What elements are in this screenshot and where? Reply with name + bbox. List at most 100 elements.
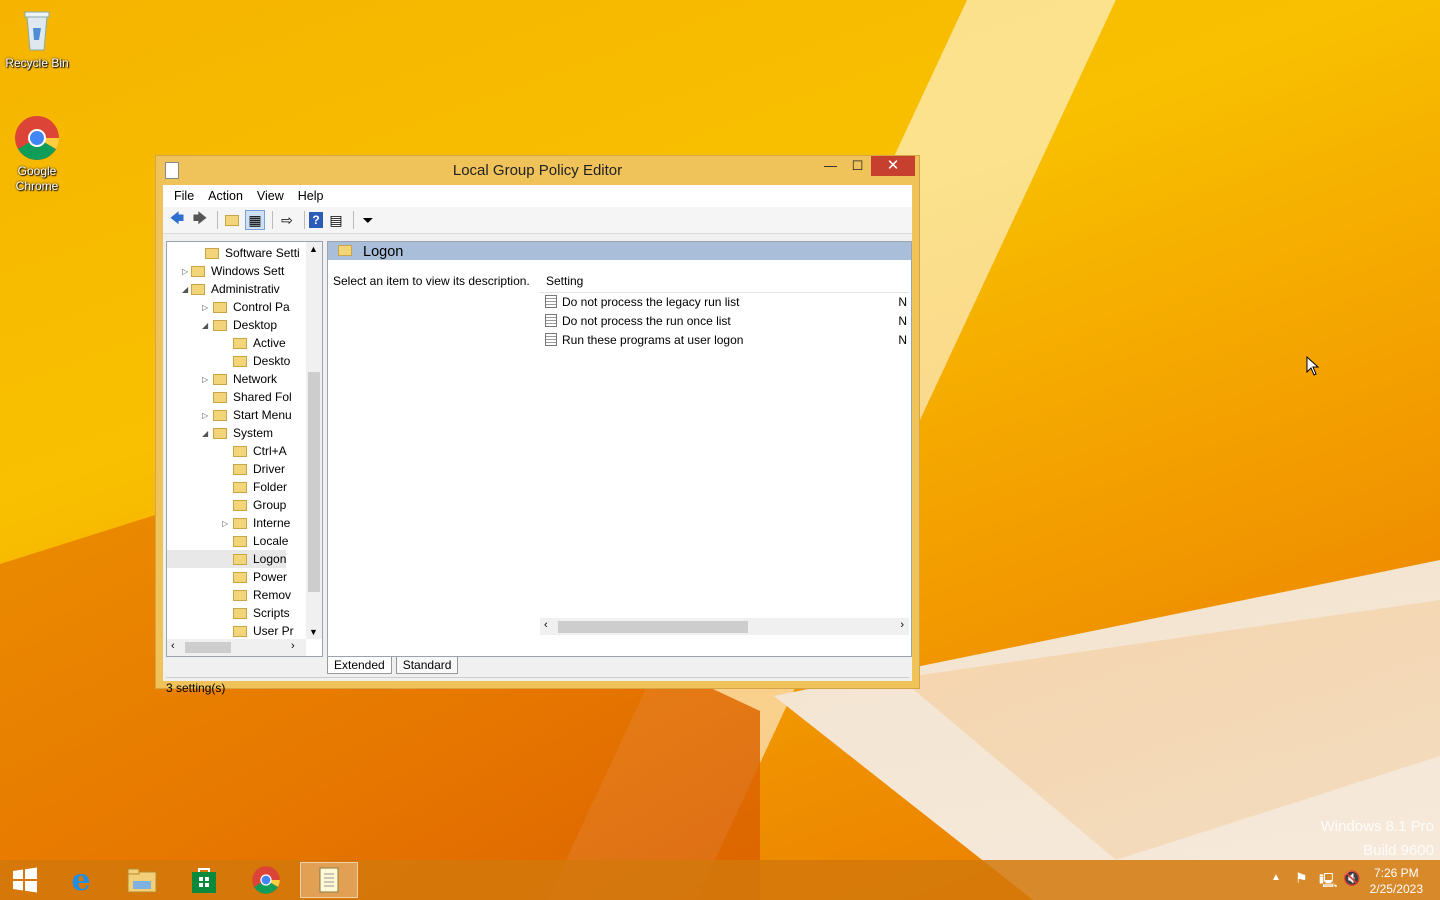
recycle-bin-icon (13, 6, 61, 54)
policy-setting-icon (545, 314, 557, 327)
scroll-thumb[interactable] (185, 642, 231, 653)
tab-extended[interactable]: Extended (327, 656, 392, 674)
tree-item-label: Folder (253, 480, 288, 494)
tree-item-label: User Pr (253, 624, 294, 638)
properties-icon[interactable]: ▤ (326, 210, 346, 230)
expand-arrow-icon[interactable]: ▷ (182, 267, 192, 276)
tree-item[interactable]: User Pr (167, 622, 294, 640)
scroll-thumb[interactable] (308, 372, 320, 592)
collapse-arrow-icon[interactable]: ◢ (202, 321, 212, 330)
tree-item[interactable]: ▷ Control Pa (167, 298, 290, 316)
taskbar-chrome[interactable] (237, 862, 295, 898)
description-text: Select an item to view its description. (333, 274, 530, 288)
tree-item[interactable]: ▷ Interne (167, 514, 290, 532)
tree-item-label: Network (233, 372, 278, 386)
expand-arrow-icon[interactable]: ▷ (202, 375, 212, 384)
scroll-thumb[interactable] (558, 621, 748, 633)
collapse-arrow-icon[interactable]: ◢ (202, 429, 212, 438)
menu-view[interactable]: View (250, 189, 291, 203)
minimize-button[interactable]: — (817, 156, 844, 176)
tree-item[interactable]: Software Setti (167, 244, 300, 262)
scroll-left-icon[interactable]: ‹ (171, 640, 175, 652)
setting-row[interactable]: Run these programs at user logon N (540, 330, 909, 349)
folder-icon (233, 589, 247, 601)
tree-item[interactable]: ◢ System (167, 424, 273, 442)
file-explorer-icon (127, 868, 157, 893)
watermark-edition: Windows 8.1 Pro (1320, 818, 1434, 835)
start-button[interactable] (0, 862, 50, 898)
tree-item[interactable]: ▷ Network (167, 370, 277, 388)
tree-item[interactable]: Ctrl+A (167, 442, 287, 460)
filter-icon[interactable]: ⏷ (358, 210, 378, 230)
scroll-right-icon[interactable]: › (900, 619, 904, 631)
system-tray: ▲ ⚑ 🖳 🔇 7:26 PM 2/25/2023 (1250, 860, 1440, 900)
tree-item[interactable]: ▷ Windows Sett (167, 262, 284, 280)
export-list-icon[interactable]: ⇨ (277, 210, 297, 230)
close-button[interactable]: ✕ (871, 156, 915, 176)
show-hide-tree-icon[interactable]: ▦ (245, 210, 265, 230)
scroll-left-icon[interactable]: ‹ (544, 619, 548, 631)
scroll-down-icon[interactable]: ▼ (309, 627, 318, 637)
forward-icon[interactable]: 🡆 (190, 210, 210, 230)
tree-item[interactable]: Folder (167, 478, 287, 496)
scroll-right-icon[interactable]: › (291, 640, 295, 652)
volume-muted-icon[interactable]: 🔇 (1343, 870, 1360, 887)
tree-horizontal-scrollbar[interactable]: ‹ › (167, 639, 306, 656)
detail-pane: Logon Select an item to view its descrip… (327, 241, 912, 657)
tree-item[interactable]: Driver (167, 460, 285, 478)
menu-action[interactable]: Action (201, 189, 250, 203)
title-bar[interactable]: Local Group Policy Editor — ☐ ✕ (156, 156, 919, 185)
tree-item[interactable]: Scripts (167, 604, 290, 622)
tree-item-label: Administrativ (211, 282, 280, 296)
up-folder-icon[interactable] (222, 210, 242, 230)
tree-item[interactable]: ◢ Desktop (167, 316, 277, 334)
expand-arrow-icon[interactable]: ▷ (222, 519, 232, 528)
taskbar-internet-explorer[interactable]: e (52, 862, 110, 898)
setting-row[interactable]: Do not process the run once list N (540, 311, 909, 330)
tree-item[interactable]: Deskto (167, 352, 290, 370)
help-icon[interactable]: ? (309, 212, 323, 228)
setting-row[interactable]: Do not process the legacy run list N (540, 292, 909, 311)
back-icon[interactable]: 🡄 (167, 210, 187, 230)
tree-pane[interactable]: Software Setti ▷ Windows Sett ◢ Administrati… (166, 241, 323, 657)
tree-item[interactable]: Shared Fol (167, 388, 292, 406)
folder-icon (338, 245, 352, 256)
expand-arrow-icon[interactable]: ▷ (202, 303, 212, 312)
tree-item-label: Power (253, 570, 288, 584)
tree-vertical-scrollbar[interactable]: ▲ ▼ (306, 242, 322, 639)
toolbar-separator (272, 211, 273, 229)
network-icon[interactable]: 🖳 (1319, 870, 1338, 894)
clock-date: 2/25/2023 (1369, 882, 1423, 896)
tree-item[interactable]: ◢ Administrativ (167, 280, 280, 298)
folder-icon (233, 481, 247, 493)
folder-icon (233, 535, 247, 547)
taskbar-store[interactable] (175, 862, 233, 898)
menu-file[interactable]: File (167, 189, 201, 203)
setting-name: Do not process the legacy run list (562, 294, 740, 309)
detail-horizontal-scrollbar[interactable]: ‹ › (540, 618, 909, 635)
tree-item[interactable]: Remov (167, 586, 291, 604)
clock[interactable]: 7:26 PM 2/25/2023 (1370, 865, 1423, 897)
tab-standard[interactable]: Standard (395, 656, 459, 674)
tree-item-label: Driver (253, 462, 285, 476)
scroll-up-icon[interactable]: ▲ (309, 244, 318, 254)
taskbar-group-policy-editor[interactable] (300, 862, 358, 898)
desktop-icon-google-chrome[interactable]: Google Chrome (0, 114, 74, 194)
tree-item[interactable]: ▷ Start Menu (167, 406, 292, 424)
tree-item-label: Control Pa (233, 300, 290, 314)
tree-item[interactable]: Logon (167, 550, 287, 568)
tree-item[interactable]: Active (167, 334, 286, 352)
menu-help[interactable]: Help (291, 189, 331, 203)
tree-item[interactable]: Locale (167, 532, 288, 550)
action-center-flag-icon[interactable]: ⚑ (1295, 870, 1308, 887)
maximize-button[interactable]: ☐ (844, 156, 871, 176)
show-hidden-icons-icon[interactable]: ▲ (1271, 872, 1281, 883)
taskbar-file-explorer[interactable] (113, 862, 171, 898)
clock-time: 7:26 PM (1373, 866, 1419, 880)
column-header-setting[interactable]: Setting (540, 270, 909, 293)
expand-arrow-icon[interactable]: ▷ (202, 411, 212, 420)
tree-item[interactable]: Group (167, 496, 286, 514)
desktop-icon-recycle-bin[interactable]: Recycle Bin (0, 6, 74, 71)
tree-item[interactable]: Power (167, 568, 287, 586)
collapse-arrow-icon[interactable]: ◢ (182, 285, 192, 294)
